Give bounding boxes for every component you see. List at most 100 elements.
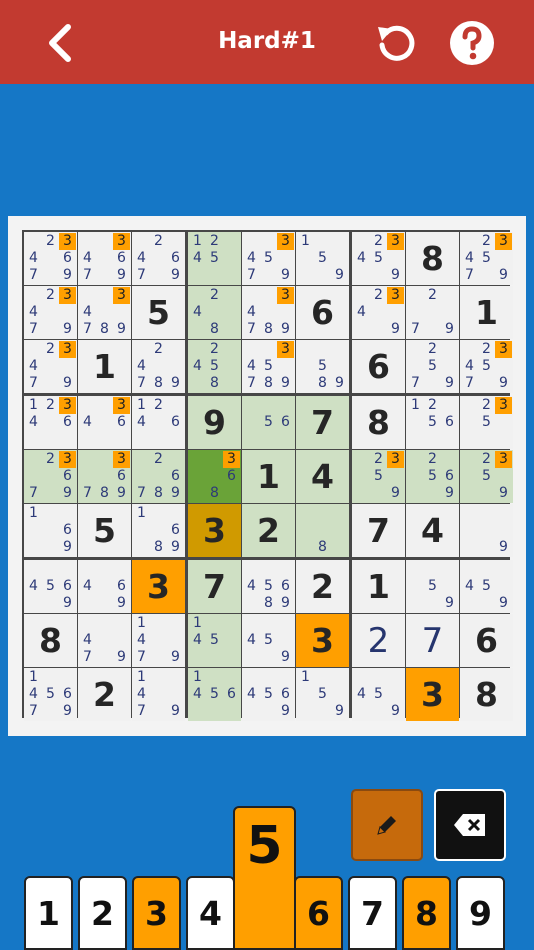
- number-key-5[interactable]: 5: [233, 806, 296, 950]
- number-key-7[interactable]: 7: [348, 876, 397, 950]
- sudoku-cell[interactable]: 6: [460, 614, 513, 667]
- sudoku-cell[interactable]: 147 9: [132, 614, 185, 667]
- sudoku-cell[interactable]: 2458: [188, 340, 241, 393]
- number-key-4[interactable]: 4: [186, 876, 235, 950]
- sudoku-cell[interactable]: 1: [78, 340, 131, 393]
- sudoku-cell[interactable]: 2359: [460, 450, 513, 503]
- number-key-3[interactable]: 3: [132, 876, 181, 950]
- pencil-button[interactable]: [351, 789, 423, 861]
- sudoku-cell[interactable]: 9: [188, 396, 241, 449]
- sudoku-cell[interactable]: 1256: [406, 396, 459, 449]
- sudoku-cell[interactable]: 23 4 6 7 9: [24, 232, 77, 285]
- number-key-8[interactable]: 8: [402, 876, 451, 950]
- sudoku-cell[interactable]: 1: [242, 450, 295, 503]
- sudoku-cell[interactable]: 1 69: [24, 504, 77, 557]
- sudoku-cell[interactable]: 8: [406, 232, 459, 285]
- sudoku-cell[interactable]: 7: [352, 504, 405, 557]
- sudoku-cell[interactable]: 4: [406, 504, 459, 557]
- sudoku-cell[interactable]: 8: [296, 504, 349, 557]
- sudoku-cell[interactable]: 459: [460, 560, 513, 613]
- sudoku-cell[interactable]: 459: [242, 614, 295, 667]
- pencil-note: 7: [137, 649, 146, 665]
- sudoku-cell[interactable]: 23 47 9: [24, 286, 77, 339]
- sudoku-cell[interactable]: 8: [460, 668, 513, 721]
- sudoku-cell[interactable]: 2 7 9: [406, 286, 459, 339]
- sudoku-cell[interactable]: 3: [132, 560, 185, 613]
- sudoku-cell[interactable]: 23 47 9: [24, 340, 77, 393]
- sudoku-cell[interactable]: 23 457 9: [460, 340, 513, 393]
- sudoku-cell[interactable]: 45689: [242, 560, 295, 613]
- sudoku-cell[interactable]: 159: [296, 668, 349, 721]
- sudoku-cell[interactable]: 3: [296, 614, 349, 667]
- sudoku-cell[interactable]: 147 9: [132, 668, 185, 721]
- sudoku-cell[interactable]: 5: [132, 286, 185, 339]
- sudoku-cell[interactable]: 3: [188, 504, 241, 557]
- sudoku-cell[interactable]: 24 6 7 9: [132, 232, 185, 285]
- sudoku-cell[interactable]: 1: [352, 560, 405, 613]
- sudoku-cell[interactable]: 3 4 6: [78, 396, 131, 449]
- sudoku-cell[interactable]: 7: [296, 396, 349, 449]
- sudoku-cell[interactable]: 145: [188, 614, 241, 667]
- sudoku-cell[interactable]: 7: [188, 560, 241, 613]
- sudoku-cell[interactable]: 6: [352, 340, 405, 393]
- sudoku-cell[interactable]: 3 4789: [78, 286, 131, 339]
- sudoku-cell[interactable]: 4569: [24, 560, 77, 613]
- sudoku-cell[interactable]: 56: [242, 396, 295, 449]
- sudoku-cell[interactable]: 3 457 9: [242, 232, 295, 285]
- number-key-1[interactable]: 1: [24, 876, 73, 950]
- sudoku-cell[interactable]: 1456 7 9: [24, 668, 77, 721]
- pencil-note: 7: [247, 375, 256, 391]
- cell-value: 4: [311, 457, 334, 496]
- sudoku-cell[interactable]: 4: [296, 450, 349, 503]
- sudoku-cell[interactable]: 236 7 9: [24, 450, 77, 503]
- sudoku-cell[interactable]: 9: [460, 504, 513, 557]
- number-key-2[interactable]: 2: [78, 876, 127, 950]
- sudoku-cell[interactable]: 3: [406, 668, 459, 721]
- sudoku-cell[interactable]: 1456: [188, 668, 241, 721]
- pencil-note: 4: [193, 250, 202, 266]
- number-key-6[interactable]: 6: [294, 876, 343, 950]
- sudoku-cell[interactable]: 2569: [406, 450, 459, 503]
- sudoku-cell[interactable]: 1245: [188, 232, 241, 285]
- sudoku-cell[interactable]: 8: [352, 396, 405, 449]
- sudoku-cell[interactable]: 3 4 6 7 9: [78, 232, 131, 285]
- sudoku-cell[interactable]: 124 6: [132, 396, 185, 449]
- sudoku-cell[interactable]: 23 4 9: [352, 286, 405, 339]
- sudoku-cell[interactable]: 3 4789: [242, 286, 295, 339]
- sudoku-cell[interactable]: 235: [460, 396, 513, 449]
- sudoku-cell[interactable]: 368: [188, 450, 241, 503]
- sudoku-cell[interactable]: 47 9: [78, 614, 131, 667]
- sudoku-cell[interactable]: 6: [296, 286, 349, 339]
- number-key-9[interactable]: 9: [456, 876, 505, 950]
- sudoku-cell[interactable]: 5: [78, 504, 131, 557]
- sudoku-cell[interactable]: 4 69: [78, 560, 131, 613]
- sudoku-cell[interactable]: 24789: [132, 340, 185, 393]
- pencil-note: 4: [357, 304, 366, 320]
- sudoku-cell[interactable]: 257 9: [406, 340, 459, 393]
- sudoku-cell[interactable]: 159: [296, 232, 349, 285]
- sudoku-cell[interactable]: 2: [352, 614, 405, 667]
- sudoku-cell[interactable]: 26 789: [132, 450, 185, 503]
- sudoku-cell[interactable]: 248: [188, 286, 241, 339]
- sudoku-cell[interactable]: 4569: [242, 668, 295, 721]
- sudoku-cell[interactable]: 2359: [352, 450, 405, 503]
- sudoku-cell[interactable]: 2: [78, 668, 131, 721]
- sudoku-cell[interactable]: 1: [460, 286, 513, 339]
- undo-button[interactable]: [372, 19, 420, 67]
- pencil-note: 6: [117, 578, 126, 594]
- sudoku-cell[interactable]: 2: [242, 504, 295, 557]
- sudoku-cell[interactable]: 23 459: [352, 232, 405, 285]
- sudoku-cell[interactable]: 459: [352, 668, 405, 721]
- sudoku-cell[interactable]: 123 4 6: [24, 396, 77, 449]
- sudoku-cell[interactable]: 59: [406, 560, 459, 613]
- sudoku-cell[interactable]: 23 457 9: [460, 232, 513, 285]
- sudoku-cell[interactable]: 7: [406, 614, 459, 667]
- sudoku-cell[interactable]: 2: [296, 560, 349, 613]
- help-button[interactable]: [448, 19, 496, 67]
- sudoku-cell[interactable]: 3 45789: [242, 340, 295, 393]
- sudoku-cell[interactable]: 589: [296, 340, 349, 393]
- sudoku-cell[interactable]: 8: [24, 614, 77, 667]
- sudoku-cell[interactable]: 1689: [132, 504, 185, 557]
- sudoku-cell[interactable]: 36 789: [78, 450, 131, 503]
- erase-button[interactable]: [434, 789, 506, 861]
